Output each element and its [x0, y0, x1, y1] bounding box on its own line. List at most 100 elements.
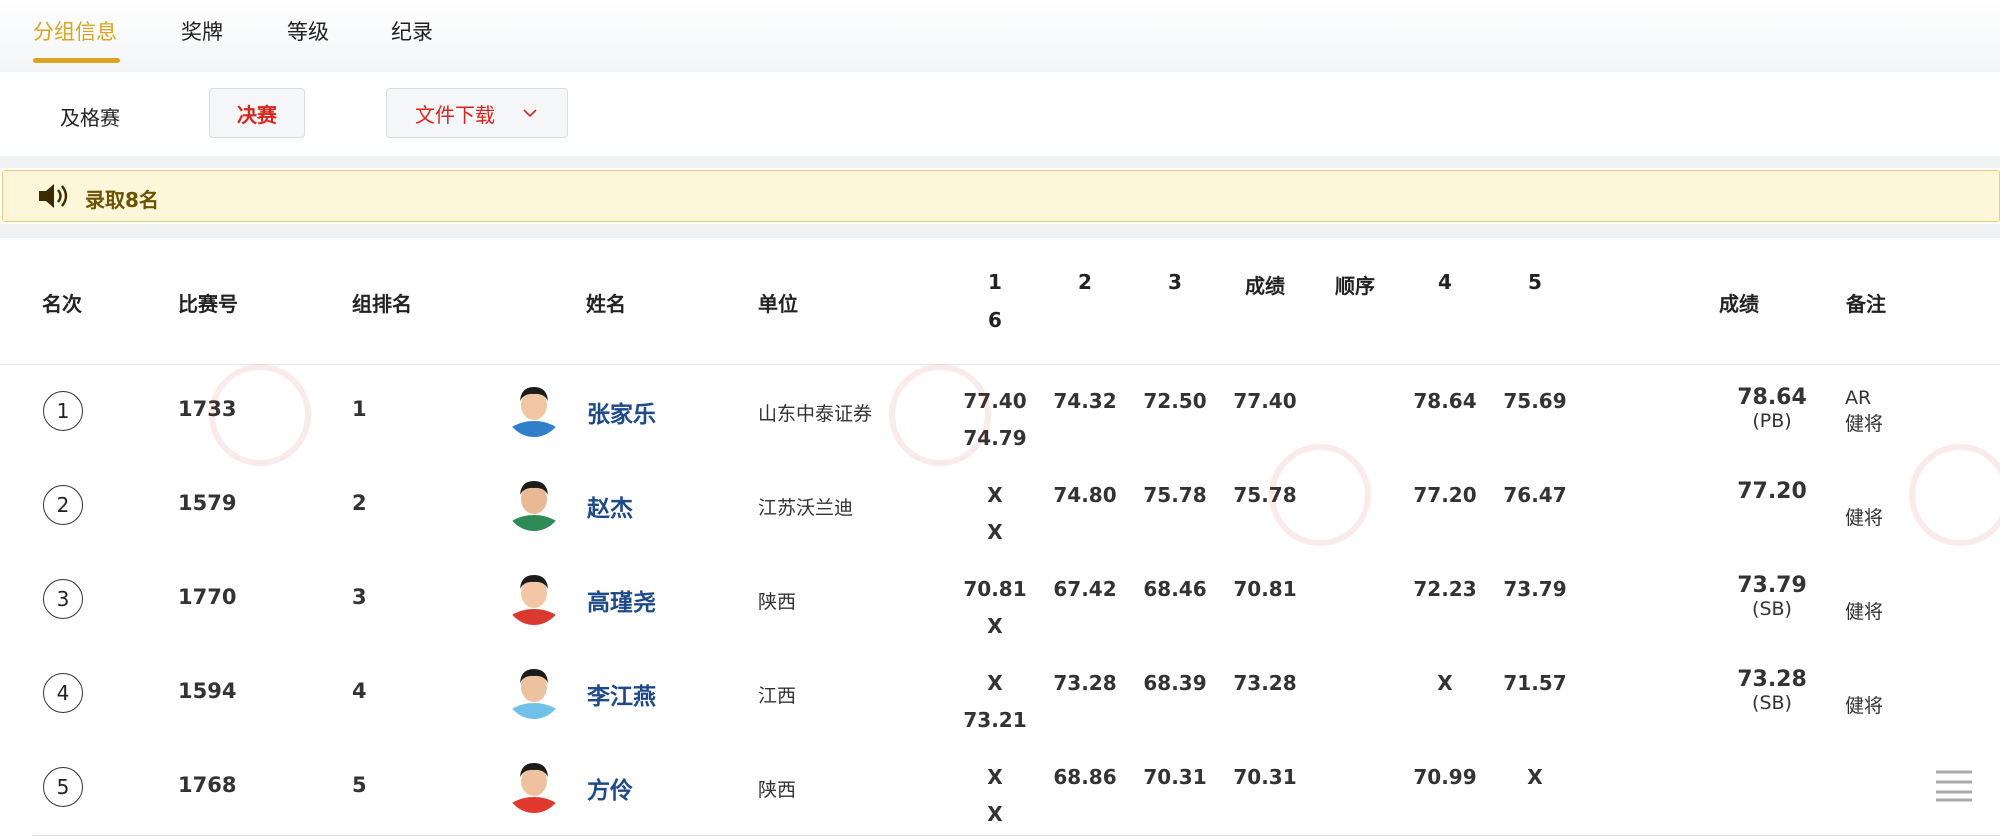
remark: AR 健将 [1845, 385, 1883, 437]
tab-levels[interactable]: 等级 [287, 16, 329, 46]
bib-number: 1768 [178, 773, 237, 797]
round-final-button[interactable]: 决赛 [209, 88, 305, 138]
round-qualify[interactable]: 及格赛 [60, 102, 120, 131]
tab-medals[interactable]: 奖牌 [181, 16, 223, 46]
table-row[interactable]: 5 1768 5 方伶 陕西 X X 68.86 70.31 70.31 70.99 X [33, 741, 2000, 836]
table-row[interactable]: 2 1579 2 赵杰 江苏沃兰迪 X X 74.80 75.78 75.78 77.20 76.47… [33, 459, 2000, 554]
remark: 健将 [1845, 573, 1883, 625]
bib-number: 1733 [178, 397, 237, 421]
header-rank: 名次 [42, 292, 82, 316]
attempt-a3: 68.39 [1143, 671, 1207, 695]
header-score-mid: 成绩 [1245, 274, 1285, 298]
result-note: (SB) [1752, 598, 1792, 620]
chevron-down-icon [523, 109, 537, 118]
tab-records[interactable]: 纪录 [391, 16, 433, 46]
athlete-name[interactable]: 李江燕 [587, 677, 656, 711]
attempt-a3: 70.31 [1143, 765, 1207, 789]
bib-number: 1579 [178, 491, 237, 515]
group-rank: 2 [352, 491, 367, 515]
round-final-label: 决赛 [237, 102, 277, 127]
header-score: 成绩 [1719, 292, 1759, 316]
rank-badge: 4 [43, 673, 83, 713]
attempt-score_mid: 70.31 [1233, 765, 1297, 789]
results-table-header: 名次 比赛号 组排名 姓名 单位 1 6 2 3 成绩 顺序 4 5 成绩 备注 [0, 238, 2000, 365]
attempt-a2: 67.42 [1053, 577, 1117, 601]
tab-bar: 分组信息 奖牌 等级 纪录 [0, 0, 2000, 72]
header-attempt-5: 5 [1528, 270, 1542, 294]
attempt-a2: 74.80 [1053, 483, 1117, 507]
group-rank: 5 [352, 773, 367, 797]
rank-badge: 2 [43, 485, 83, 525]
divider [0, 156, 2000, 168]
table-row[interactable]: 4 1594 4 李江燕 江西 X 73.21 73.28 68.39 73.28 X 71.57 73… [33, 647, 2000, 742]
athlete-name[interactable]: 赵杰 [587, 489, 633, 523]
result-note: (PB) [1752, 410, 1792, 432]
athlete-avatar [506, 475, 562, 531]
attempt-a1: X [987, 671, 1003, 695]
header-bib: 比赛号 [178, 292, 238, 316]
header-remark: 备注 [1846, 292, 1886, 316]
header-attempt-4: 4 [1438, 270, 1452, 294]
remark-record [1845, 573, 1883, 599]
athlete-unit: 江西 [758, 685, 797, 707]
attempt-a6: X [987, 802, 1003, 826]
speaker-icon [39, 184, 68, 208]
athlete-name[interactable]: 高瑾尧 [587, 583, 656, 617]
athlete-unit: 陕西 [758, 591, 797, 613]
header-attempt-3: 3 [1168, 270, 1182, 294]
rank-badge: 3 [43, 579, 83, 619]
attempt-a2: 74.32 [1053, 389, 1117, 413]
athlete-avatar [506, 663, 562, 719]
attempt-a4: 70.99 [1413, 765, 1477, 789]
athlete-unit: 山东中泰证券 [758, 403, 873, 425]
active-tab-indicator [33, 58, 120, 63]
attempt-a4: 72.23 [1413, 577, 1477, 601]
final-result: 77.20 [1699, 479, 1845, 504]
final-result: 73.28 (SB) [1699, 667, 1845, 714]
result-value: 77.20 [1737, 479, 1807, 504]
file-download-dropdown[interactable]: 文件下载 [386, 88, 568, 138]
attempt-a6: 73.21 [963, 708, 1027, 732]
attempt-a6: X [987, 520, 1003, 544]
group-rank: 4 [352, 679, 367, 703]
remark-level: 健将 [1845, 507, 1884, 529]
remark: 健将 [1845, 479, 1883, 531]
list-icon[interactable] [1932, 764, 1976, 804]
attempt-a1: X [987, 765, 1003, 789]
result-note: (SB) [1752, 692, 1792, 714]
attempt-a5: X [1527, 765, 1543, 789]
group-rank: 3 [352, 585, 367, 609]
header-attempt-1: 1 [988, 270, 1002, 294]
divider [0, 224, 2000, 238]
remark-record [1845, 479, 1883, 505]
athlete-name[interactable]: 张家乐 [587, 395, 656, 429]
table-row[interactable]: 1 1733 1 张家乐 山东中泰证券 77.40 74.79 74.32 72.50 77.40… [33, 365, 2000, 460]
attempt-a5: 76.47 [1503, 483, 1567, 507]
remark-record [1845, 667, 1883, 693]
result-value: 78.64 [1737, 385, 1807, 410]
attempt-a2: 68.86 [1053, 765, 1117, 789]
athlete-unit: 陕西 [758, 779, 797, 801]
attempt-a3: 68.46 [1143, 577, 1207, 601]
header-group-rank: 组排名 [352, 292, 412, 316]
header-attempt-2: 2 [1078, 270, 1092, 294]
final-result: 73.79 (SB) [1699, 573, 1845, 620]
tab-group-info[interactable]: 分组信息 [33, 16, 117, 46]
table-row[interactable]: 3 1770 3 高瑾尧 陕西 70.81 X 67.42 68.46 70.81 72.23 73.… [33, 553, 2000, 648]
remark-record: AR [1845, 387, 1872, 409]
result-value: 73.28 [1737, 667, 1807, 692]
rank-badge: 5 [43, 767, 83, 807]
attempt-a4: X [1437, 671, 1453, 695]
attempt-a4: 78.64 [1413, 389, 1477, 413]
attempt-score_mid: 77.40 [1233, 389, 1297, 413]
bib-number: 1594 [178, 679, 237, 703]
athlete-name[interactable]: 方伶 [587, 771, 633, 805]
bib-number: 1770 [178, 585, 237, 609]
remark-level: 健将 [1845, 413, 1884, 435]
header-order: 顺序 [1335, 274, 1375, 298]
attempt-a6: 74.79 [963, 426, 1027, 450]
remark-level: 健将 [1845, 695, 1884, 717]
attempt-a4: 77.20 [1413, 483, 1477, 507]
file-download-label: 文件下载 [415, 102, 495, 127]
final-result: 78.64 (PB) [1699, 385, 1845, 432]
